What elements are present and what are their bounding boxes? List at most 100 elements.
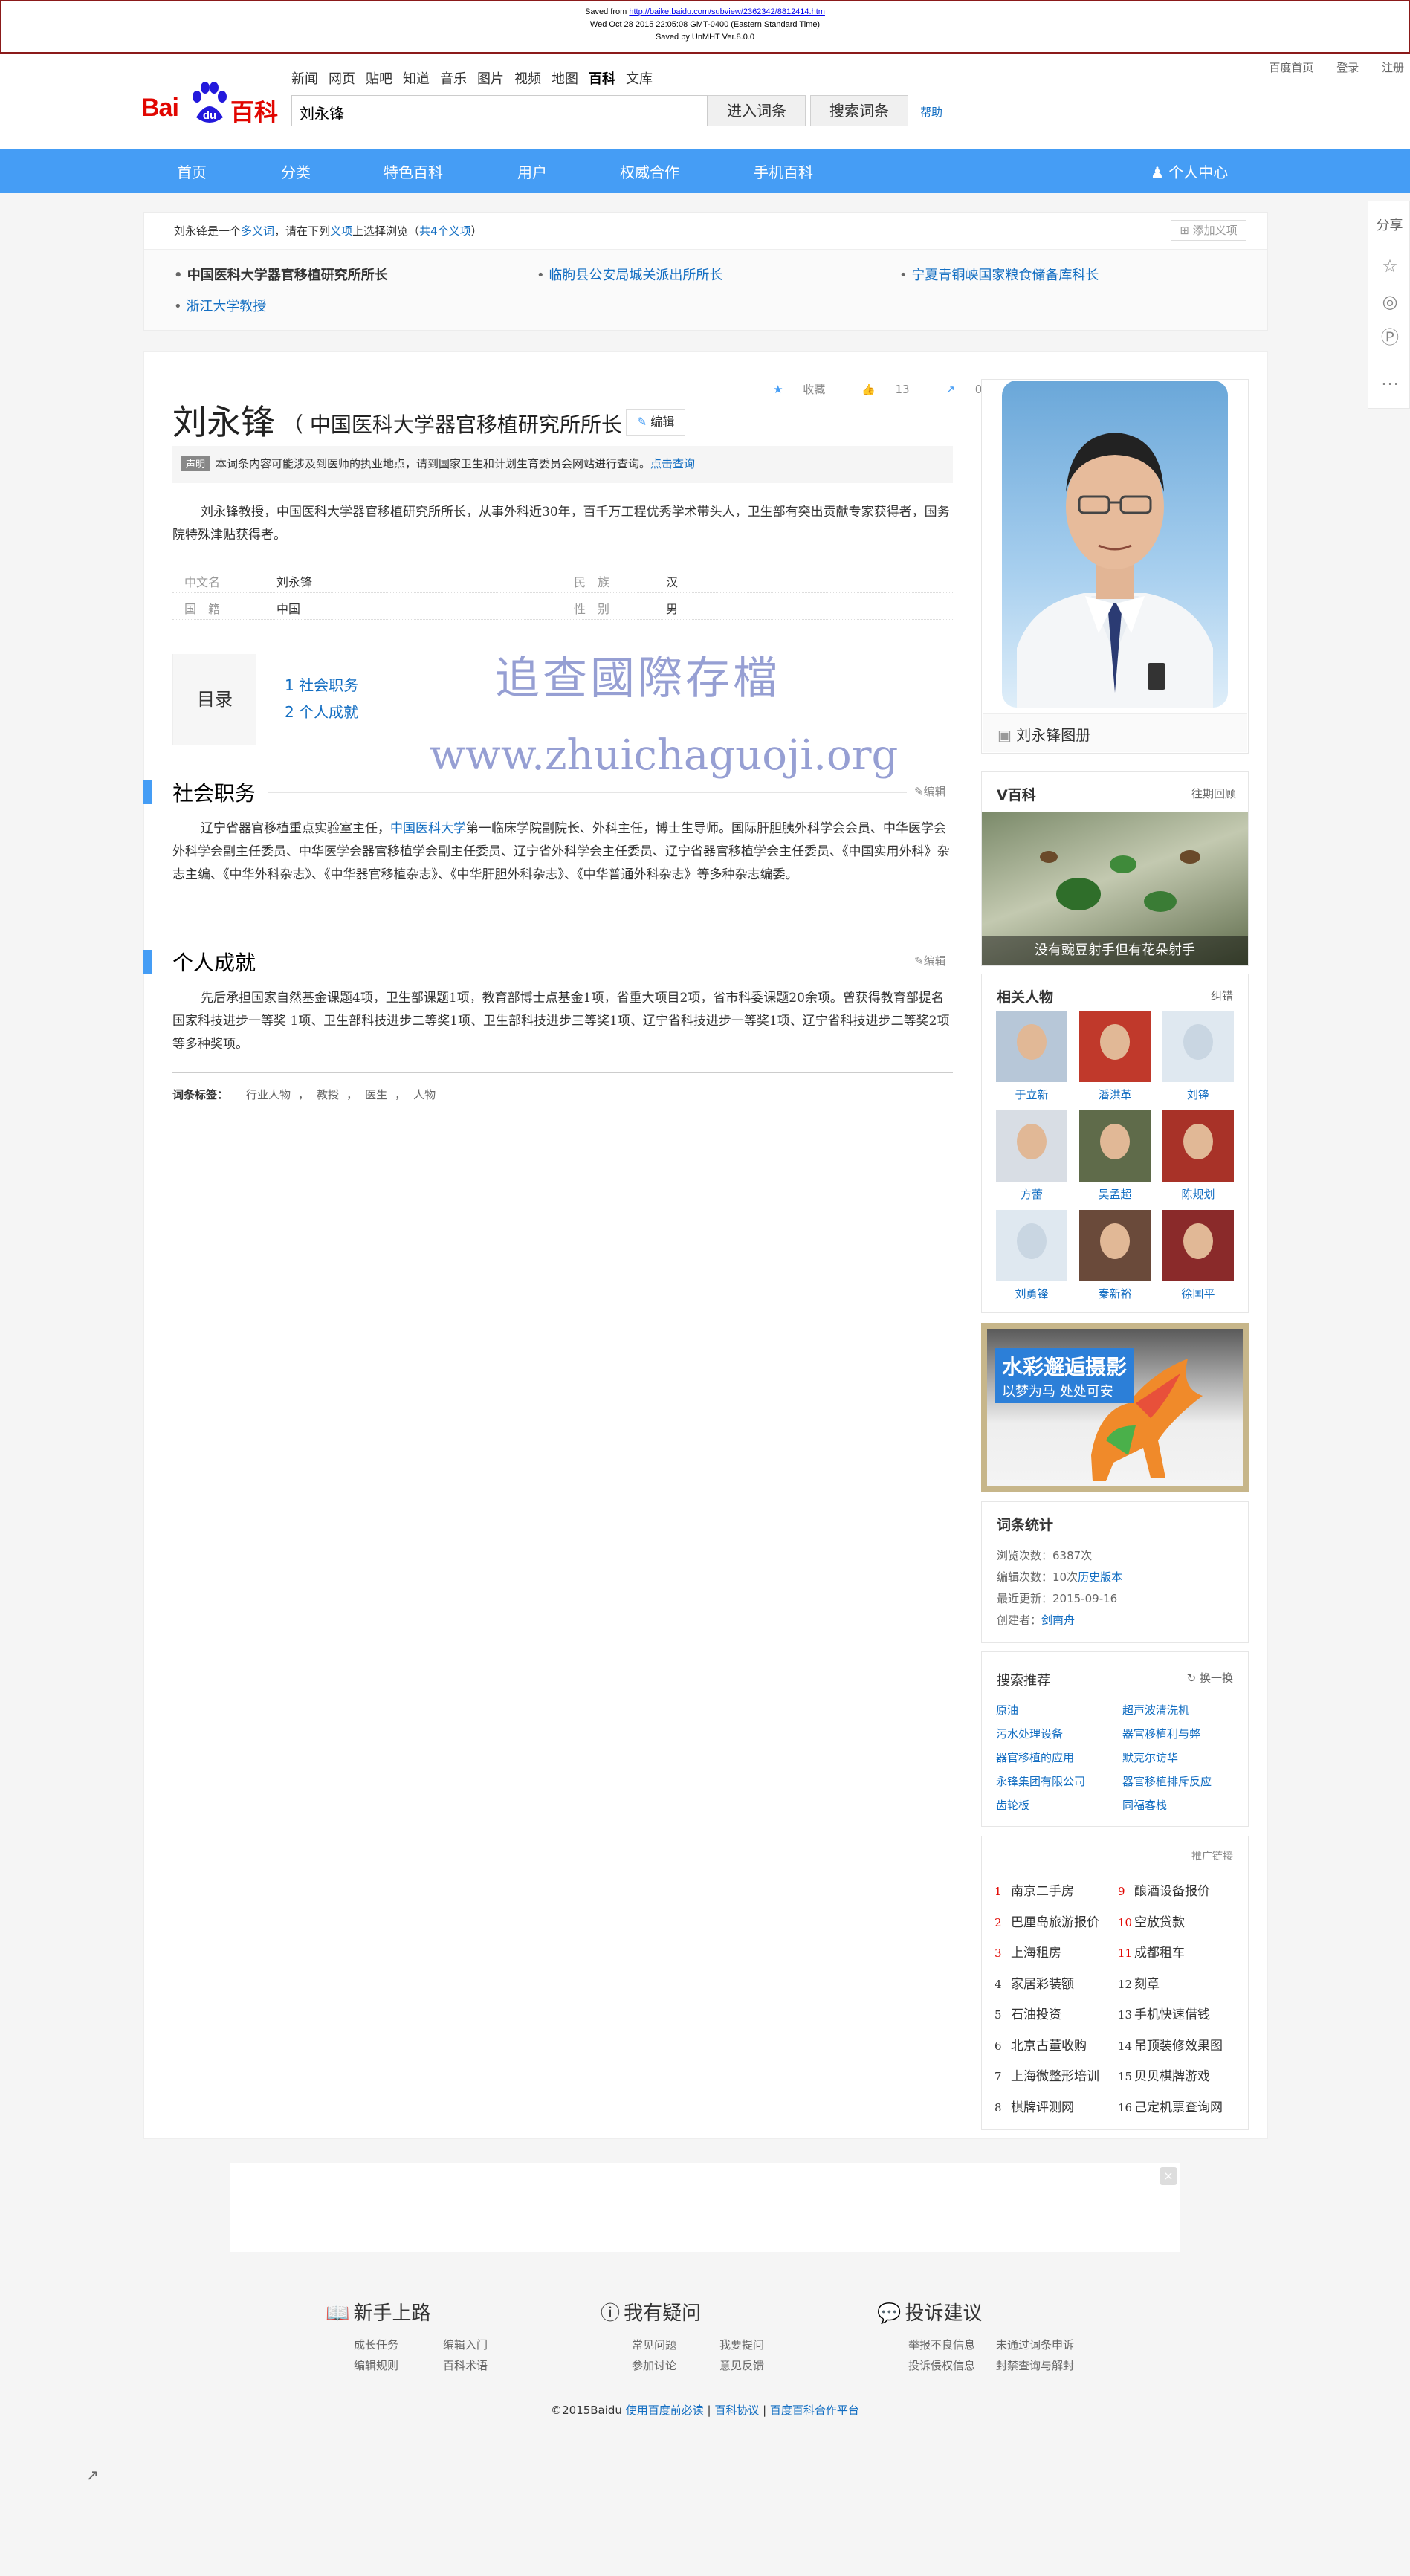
toc-item[interactable]: 1 社会职务 [285, 673, 358, 695]
mainnav-home[interactable]: 首页 [177, 161, 207, 182]
promo-item[interactable]: 12 刻章 [1118, 1973, 1160, 1992]
footer-link[interactable]: 参加讨论 [632, 2357, 676, 2373]
saved-url-link[interactable]: http://baike.baidu.com/subview/2362342/8… [629, 7, 825, 16]
promo-item[interactable]: 9 酿酒设备报价 [1118, 1880, 1210, 1899]
recommend-item[interactable]: 默克尔访华 [1122, 1750, 1178, 1765]
sense-item[interactable]: 宁夏青铜峡国家粮食储备库科长 [899, 265, 1099, 284]
mainnav-mobile[interactable]: 手机百科 [754, 161, 813, 182]
mainnav-featured[interactable]: 特色百科 [384, 161, 443, 182]
nav-zhidao[interactable]: 知道 [403, 71, 430, 87]
sense-item[interactable]: 浙江大学教授 [174, 296, 266, 315]
promo-item[interactable]: 6 北京古董收购 [995, 2035, 1087, 2054]
toplink-login[interactable]: 登录 [1336, 61, 1359, 74]
enter-entry-button[interactable]: 进入词条 [708, 95, 806, 126]
recommend-item[interactable]: 器官移植利与弊 [1122, 1726, 1200, 1741]
related-person-name[interactable]: 徐国平 [1157, 1286, 1239, 1301]
related-person-name[interactable]: 于立新 [991, 1087, 1073, 1102]
refresh-button[interactable]: ↻ 换一换 [1187, 1670, 1233, 1686]
tag[interactable]: 医生 [365, 1088, 387, 1101]
album-link[interactable]: ▣ 刘永锋图册 [983, 713, 1247, 752]
footer-link[interactable]: 封禁查询与解封 [996, 2357, 1074, 2373]
sense-item[interactable]: 临朐县公安局城关派出所所长 [537, 265, 722, 284]
promo-item[interactable]: 8 棋牌评测网 [995, 2097, 1074, 2115]
nav-wenku[interactable]: 文库 [626, 71, 653, 87]
related-person-name[interactable]: 吴孟超 [1074, 1186, 1156, 1202]
footer-agreement-link[interactable]: 百科协议 [714, 2404, 759, 2417]
related-person-name[interactable]: 刘锋 [1157, 1087, 1239, 1102]
notice-query-link[interactable]: 点击查询 [650, 457, 695, 470]
weibo-icon[interactable]: ◎ [1380, 292, 1400, 311]
nav-music[interactable]: 音乐 [440, 71, 467, 87]
related-person-name[interactable]: 秦新裕 [1074, 1286, 1156, 1301]
cmu-link[interactable]: 中国医科大学 [390, 821, 466, 836]
baidu-baike-logo[interactable]: Bai du 百科 [141, 80, 279, 132]
search-input[interactable]: 刘永锋 [291, 95, 708, 126]
recommend-item[interactable]: 污水处理设备 [996, 1726, 1063, 1741]
recommend-item[interactable]: 永锋集团有限公司 [996, 1773, 1085, 1789]
tag[interactable]: 人物 [413, 1088, 436, 1101]
related-person-photo[interactable] [996, 1110, 1067, 1182]
sense-link[interactable]: 义项 [330, 224, 352, 238]
recommend-item[interactable]: 超声波清洗机 [1122, 1702, 1189, 1718]
nav-tieba[interactable]: 贴吧 [366, 71, 392, 87]
footer-link[interactable]: 意见反馈 [719, 2357, 764, 2373]
promo-item[interactable]: 11 成都租车 [1118, 1942, 1185, 1961]
section-edit-link[interactable]: ✎编辑 [914, 783, 946, 799]
polysemy-link[interactable]: 多义词 [241, 224, 274, 238]
edit-entry-button[interactable]: ✎ 编辑 [626, 409, 685, 436]
collect-button[interactable]: ★ 收藏 [773, 383, 841, 396]
footer-link[interactable]: 编辑规则 [354, 2357, 398, 2373]
footer-link[interactable]: 举报不良信息 [908, 2337, 975, 2352]
related-person-name[interactable]: 刘勇锋 [991, 1286, 1073, 1301]
section-edit-link[interactable]: ✎编辑 [914, 953, 946, 968]
history-link[interactable]: 历史版本 [1078, 1570, 1122, 1584]
toplink-register[interactable]: 注册 [1382, 61, 1404, 74]
related-person-photo[interactable] [1079, 1011, 1151, 1082]
related-person-photo[interactable] [1162, 1210, 1234, 1281]
like-button[interactable]: 👍 13 [861, 383, 926, 396]
related-person-name[interactable]: 方蕾 [991, 1186, 1073, 1202]
nav-news[interactable]: 新闻 [291, 71, 318, 87]
footer-read-first-link[interactable]: 使用百度前必读 [626, 2404, 704, 2417]
promo-item[interactable]: 2 巴厘岛旅游报价 [995, 1912, 1099, 1930]
vbaike-image[interactable]: 没有豌豆射手但有花朵射手 [982, 812, 1248, 965]
related-person-name[interactable]: 潘洪革 [1074, 1087, 1156, 1102]
help-link[interactable]: 帮助 [920, 104, 942, 120]
related-correct-link[interactable]: 纠错 [1211, 988, 1233, 1003]
related-person-photo[interactable] [996, 1011, 1067, 1082]
recommend-item[interactable]: 器官移植的应用 [996, 1750, 1074, 1765]
related-person-photo[interactable] [1162, 1011, 1234, 1082]
nav-web[interactable]: 网页 [329, 71, 355, 87]
related-person-photo[interactable] [1079, 1210, 1151, 1281]
more-icon[interactable]: ⋯ [1380, 374, 1400, 393]
promo-item[interactable]: 3 上海租房 [995, 1942, 1061, 1961]
promo-item[interactable]: 13 手机快速借钱 [1118, 2004, 1210, 2022]
promo-item[interactable]: 16 己定机票查询网 [1118, 2097, 1223, 2115]
nav-video[interactable]: 视频 [514, 71, 541, 87]
add-sense-button[interactable]: ⊞ 添加义项 [1171, 220, 1246, 241]
footer-link[interactable]: 未通过词条申诉 [996, 2337, 1074, 2352]
nav-baike[interactable]: 百科 [589, 71, 615, 87]
mainnav-category[interactable]: 分类 [281, 161, 311, 182]
vbaike-more-link[interactable]: 往期回顾 [1191, 786, 1236, 801]
portrait-image[interactable] [1002, 381, 1228, 708]
footer-link[interactable]: 成长任务 [354, 2337, 398, 2352]
external-link-icon[interactable]: ↗ [86, 2466, 99, 2484]
recommend-item[interactable]: 齿轮板 [996, 1797, 1029, 1813]
footer-platform-link[interactable]: 百度百科合作平台 [770, 2404, 859, 2417]
recommend-item[interactable]: 原油 [996, 1702, 1018, 1718]
footer-link[interactable]: 我要提问 [719, 2337, 764, 2352]
footer-link[interactable]: 编辑入门 [443, 2337, 488, 2352]
search-entry-button[interactable]: 搜索词条 [810, 95, 908, 126]
star-icon[interactable]: ☆ [1380, 256, 1400, 276]
related-person-photo[interactable] [996, 1210, 1067, 1281]
user-center-link[interactable]: ♟ 个人中心 [1151, 161, 1228, 182]
toplink-home[interactable]: 百度首页 [1269, 61, 1313, 74]
promo-item[interactable]: 1 南京二手房 [995, 1880, 1074, 1899]
footer-link[interactable]: 常见问题 [632, 2337, 676, 2352]
ad-banner[interactable]: 水彩邂逅摄影 以梦为马 处处可安 [981, 1323, 1249, 1492]
nav-map[interactable]: 地图 [552, 71, 578, 87]
tag[interactable]: 行业人物 [246, 1088, 291, 1101]
promo-item[interactable]: 7 上海微整形培训 [995, 2065, 1099, 2084]
promo-item[interactable]: 14 吊顶装修效果图 [1118, 2035, 1223, 2054]
